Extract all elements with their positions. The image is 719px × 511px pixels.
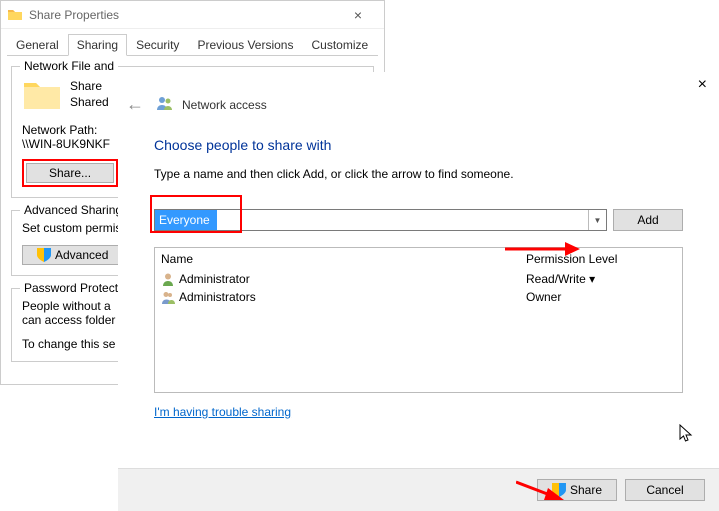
add-user-row: ▼ Add [154,209,683,231]
shield-icon [37,248,51,262]
user-name: Administrator [179,272,526,286]
wizard-body: Choose people to share with Type a name … [118,131,719,419]
tab-previous-versions[interactable]: Previous Versions [188,34,302,56]
add-button[interactable]: Add [613,209,683,231]
group-icon [161,290,179,304]
column-name[interactable]: Name [161,252,526,266]
permission-dropdown[interactable]: Read/Write ▾ [526,272,676,286]
trouble-sharing-link[interactable]: I'm having trouble sharing [154,405,291,419]
tab-general[interactable]: General [7,34,68,56]
group-legend: Network File and [20,59,118,73]
advanced-sharing-button[interactable]: Advanced [22,245,123,265]
instruction-text: Type a name and then click Add, or click… [154,167,683,181]
page-title: Choose people to share with [154,137,683,153]
network-access-dialog: × ← Network access Choose people to shar… [118,72,719,511]
list-item[interactable]: Administrators Owner [155,288,682,306]
group-legend: Advanced Sharing [20,203,126,217]
shield-icon [552,483,566,497]
wizard-title: Network access [182,98,267,112]
list-item[interactable]: Administrator Read/Write ▾ [155,270,682,288]
column-permission[interactable]: Permission Level [526,252,676,266]
share-button[interactable]: Share [537,479,617,501]
user-icon [161,272,179,286]
user-name: Administrators [179,290,526,304]
share-button-highlight: Share... [22,159,118,187]
list-header: Name Permission Level [155,248,682,270]
combo-empty [217,210,588,230]
user-input[interactable] [155,210,217,230]
chevron-down-icon[interactable]: ▼ [588,210,606,230]
people-icon [156,94,174,115]
wizard-header: ← Network access [118,72,719,131]
group-legend: Password Protectio [20,281,131,295]
footer: Share Cancel [118,468,719,511]
close-icon[interactable]: × [698,76,707,94]
share-name: Share [70,79,109,95]
cancel-button[interactable]: Cancel [625,479,705,501]
dialog-title: Share Properties [29,8,338,22]
permission-level: Owner [526,290,676,304]
close-icon[interactable]: × [338,7,378,23]
share-info-text: Share Shared [70,79,109,110]
tabs: General Sharing Security Previous Versio… [7,33,378,56]
share-users-list: Name Permission Level Administrator Read… [154,247,683,393]
mouse-cursor-icon [679,424,695,449]
tab-sharing[interactable]: Sharing [68,34,127,56]
titlebar: Share Properties × [1,1,384,29]
share-status: Shared [70,95,109,111]
share-button-label: Share [570,483,602,497]
tab-security[interactable]: Security [127,34,188,56]
advanced-button-label: Advanced [55,248,108,262]
folder-icon [7,7,23,23]
tab-customize[interactable]: Customize [302,34,377,56]
folder-large-icon [22,77,62,113]
share-button[interactable]: Share... [26,163,114,183]
user-combobox[interactable]: ▼ [154,209,607,231]
back-arrow-icon[interactable]: ← [122,94,148,115]
